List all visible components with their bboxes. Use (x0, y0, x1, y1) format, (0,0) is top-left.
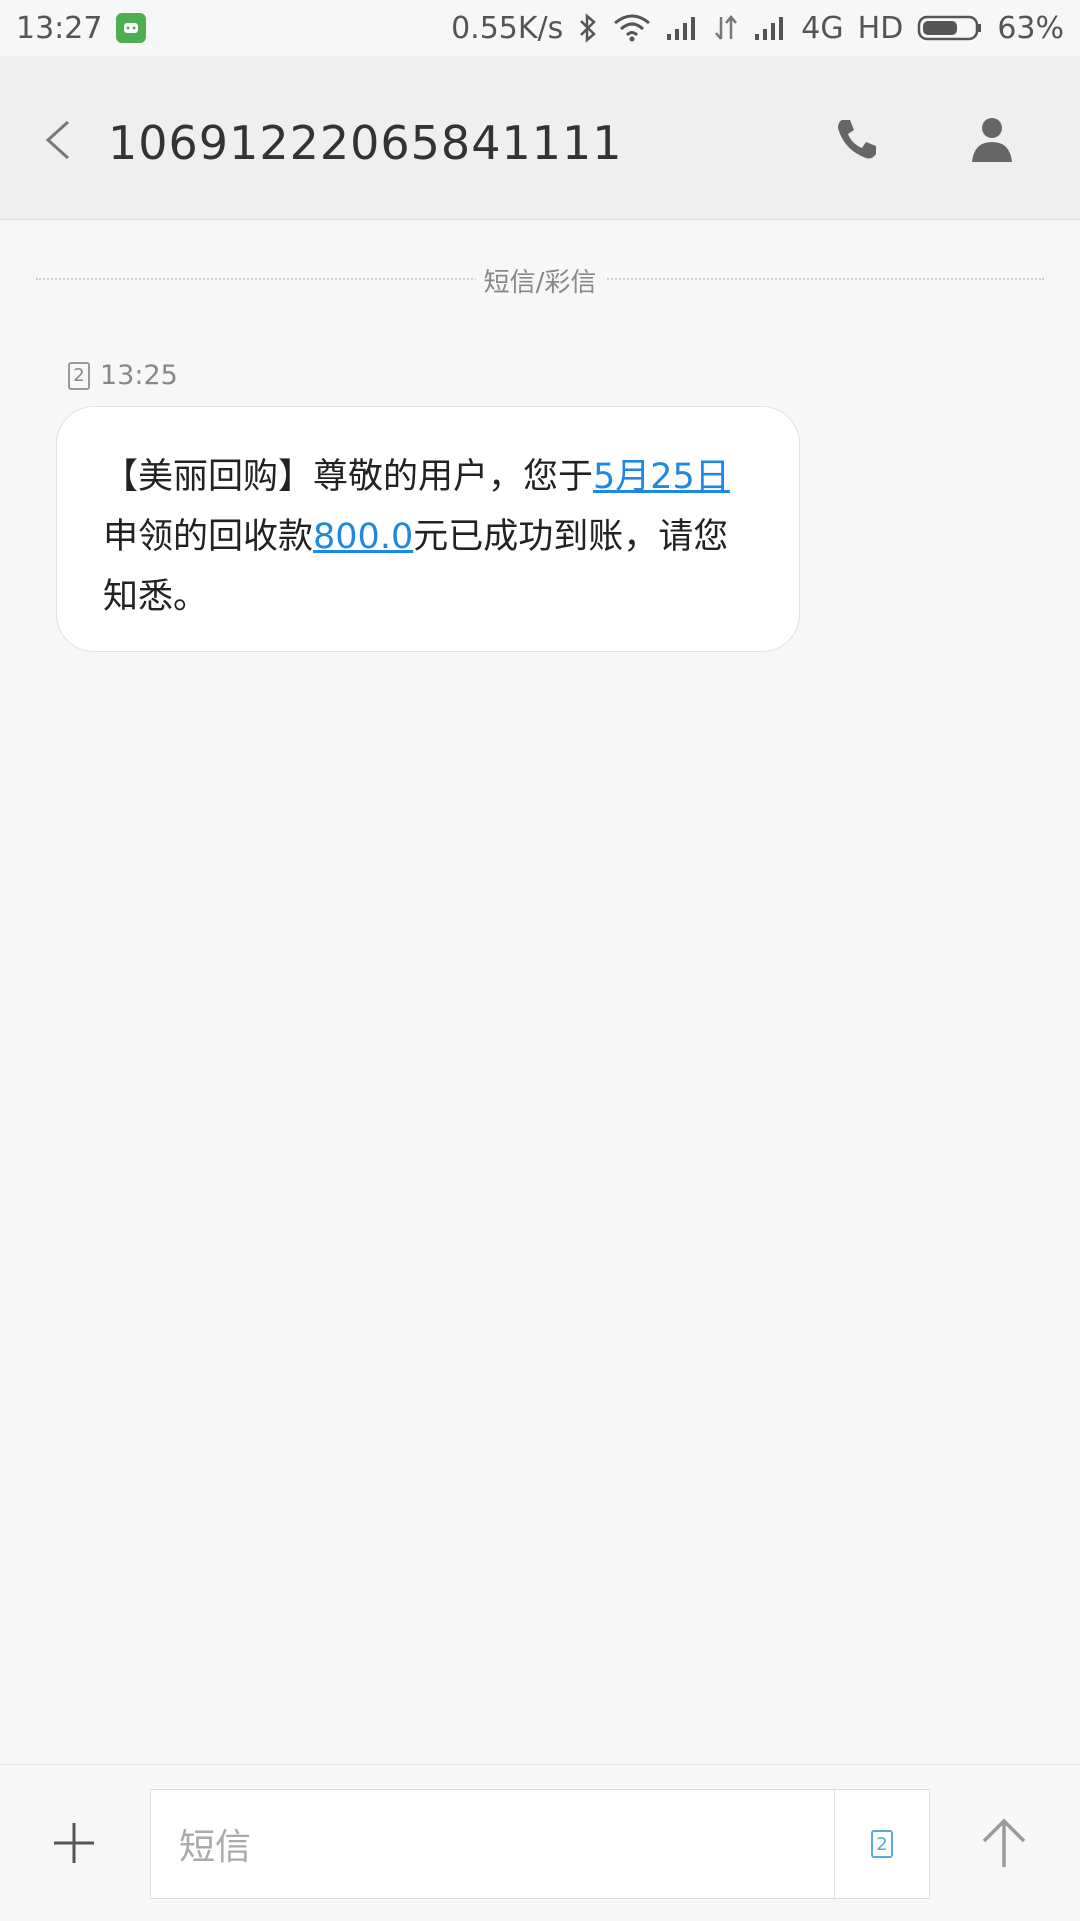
battery-icon (917, 14, 983, 42)
battery-percent: 63% (997, 10, 1064, 46)
status-time: 13:27 (16, 10, 103, 46)
hd-indicator: HD (857, 10, 904, 46)
data-arrows-icon (715, 15, 738, 40)
net-speed: 0.55K/s (451, 10, 564, 46)
message-text: 申领的回收款 (103, 517, 314, 557)
app-badge-icon (116, 13, 147, 43)
message-text: 【美丽回购】尊敬的用户，您于 (103, 457, 594, 497)
message-time: 13:25 (100, 360, 178, 391)
date-link[interactable]: 5月25日 (593, 457, 730, 497)
status-bar: 13:27 0.55K/s 4G HD 63% (0, 0, 1080, 56)
message-input[interactable]: 短信 2 (150, 1789, 930, 1899)
message-input-placeholder: 短信 (179, 1827, 252, 1868)
sim-icon: 2 (871, 1830, 893, 1858)
plus-icon[interactable] (50, 1819, 98, 1867)
conversation-header: 10691222065841111 (0, 56, 1080, 220)
message-type-divider: 短信/彩信 (36, 262, 1044, 302)
sim-icon: 2 (68, 361, 90, 390)
send-icon[interactable] (978, 1815, 1030, 1871)
back-icon[interactable] (40, 118, 74, 162)
signal-icon (755, 17, 784, 40)
network-type: 4G (801, 10, 844, 46)
contact-icon[interactable] (968, 114, 1016, 164)
phone-icon[interactable] (832, 114, 882, 164)
signal-icon (667, 17, 696, 40)
composer-bar: 短信 2 (0, 1764, 1080, 1921)
amount-link[interactable]: 800.0 (313, 517, 413, 557)
message-meta: 2 13:25 (68, 360, 178, 391)
wifi-icon (614, 14, 651, 42)
divider-label: 短信/彩信 (475, 262, 605, 299)
sim-switch-button[interactable]: 2 (834, 1790, 929, 1898)
conversation-title: 10691222065841111 (108, 116, 623, 170)
bluetooth-icon (580, 13, 597, 43)
message-bubble[interactable]: 【美丽回购】尊敬的用户，您于5月25日 申领的回收款800.0元已成功到账，请您… (56, 406, 800, 652)
